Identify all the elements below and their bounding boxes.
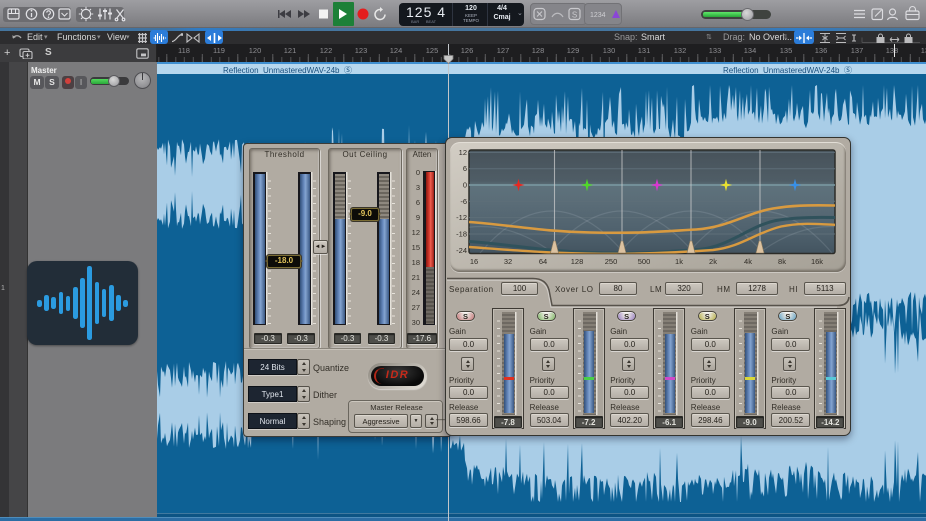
svg-text:4k: 4k xyxy=(744,257,752,266)
svg-text:S: S xyxy=(572,11,577,20)
svg-text:-18: -18 xyxy=(456,230,467,239)
svg-text:8k: 8k xyxy=(778,257,786,266)
svg-text:-24: -24 xyxy=(456,246,467,255)
svg-text:128: 128 xyxy=(571,257,584,266)
svg-text:1234: 1234 xyxy=(590,12,606,19)
svg-text:250: 250 xyxy=(605,257,618,266)
svg-text:32: 32 xyxy=(504,257,512,266)
svg-text:16: 16 xyxy=(470,257,478,266)
svg-text:64: 64 xyxy=(539,257,547,266)
svg-text:0: 0 xyxy=(463,181,467,190)
svg-text:6: 6 xyxy=(463,164,467,173)
svg-text:12: 12 xyxy=(459,148,467,157)
svg-text:1k: 1k xyxy=(675,257,683,266)
svg-text:-6: -6 xyxy=(460,197,467,206)
svg-text:16k: 16k xyxy=(811,257,823,266)
svg-text:2k: 2k xyxy=(709,257,717,266)
svg-text:500: 500 xyxy=(638,257,651,266)
svg-text:-12: -12 xyxy=(456,213,467,222)
